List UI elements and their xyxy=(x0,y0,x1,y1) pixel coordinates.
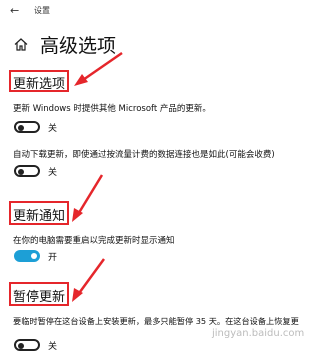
home-icon[interactable] xyxy=(14,38,28,51)
setting-description: 自动下载更新，即使通过按流量计费的数据连接也是如此(可能会收费) xyxy=(13,150,275,160)
microsoft-products-update-toggle[interactable] xyxy=(14,121,40,133)
toggle-knob xyxy=(18,168,24,175)
toggle-state-label: 关 xyxy=(48,342,58,352)
toggle-state-label: 关 xyxy=(48,168,58,178)
metered-download-toggle[interactable] xyxy=(14,165,40,177)
pause-updates-toggle[interactable] xyxy=(14,339,40,351)
section-title-update-notifications: 更新通知 xyxy=(13,209,66,224)
watermark: jingyan.baidu.com xyxy=(212,328,305,339)
setting-description: 在你的电脑需要重启以完成更新时显示通知 xyxy=(13,236,175,246)
setting-description: 更新 Windows 时提供其他 Microsoft 产品的更新。 xyxy=(13,104,211,114)
back-arrow-icon[interactable]: ← xyxy=(10,4,19,17)
toggle-state-label: 开 xyxy=(48,253,58,263)
toggle-knob xyxy=(18,342,24,349)
section-title-update-options: 更新选项 xyxy=(13,77,66,92)
setting-description: 要临时暂停在这台设备上安装更新，最多只能暂停 35 天。在这台设备上恢复更 xyxy=(13,316,299,326)
window-title: 设置 xyxy=(34,6,50,15)
toggle-state-label: 关 xyxy=(48,124,58,134)
section-title-pause-updates: 暂停更新 xyxy=(13,290,66,305)
annotation-arrow xyxy=(72,174,104,222)
toggle-knob xyxy=(18,124,24,131)
annotation-arrow xyxy=(72,258,106,302)
annotation-arrow xyxy=(74,51,123,86)
restart-notification-toggle[interactable] xyxy=(14,250,40,262)
toggle-knob xyxy=(31,253,37,259)
